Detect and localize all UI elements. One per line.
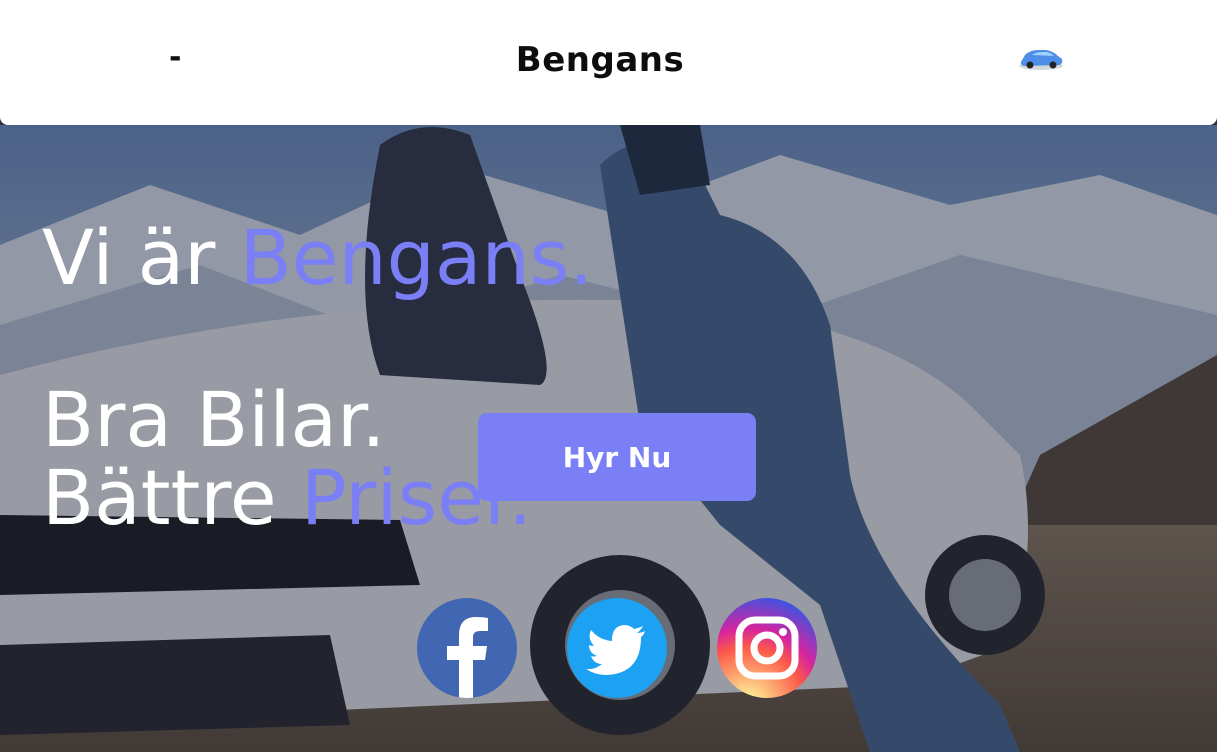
- headline-good-cars: Bra Bilar.: [42, 375, 386, 464]
- page: - Bengans Vi är Bengans. Bra Bilar. Bätt…: [0, 0, 1217, 752]
- headline-intro-prefix: Vi är: [42, 213, 240, 302]
- top-navbar: - Bengans: [0, 0, 1217, 125]
- car-icon[interactable]: [1016, 42, 1066, 74]
- headline-intro: Vi är Bengans.: [42, 220, 593, 296]
- hero-section: Vi är Bengans. Bra Bilar. Bättre Priser.…: [0, 125, 1217, 752]
- facebook-icon[interactable]: [417, 598, 517, 698]
- headline-better-prefix: Bättre: [42, 453, 301, 542]
- headline-better-prices: Bättre Priser.: [42, 460, 532, 536]
- headline-intro-brand: Bengans.: [239, 213, 594, 302]
- rent-now-button[interactable]: Hyr Nu: [478, 413, 756, 501]
- twitter-icon[interactable]: [567, 598, 667, 698]
- instagram-icon[interactable]: [717, 598, 817, 698]
